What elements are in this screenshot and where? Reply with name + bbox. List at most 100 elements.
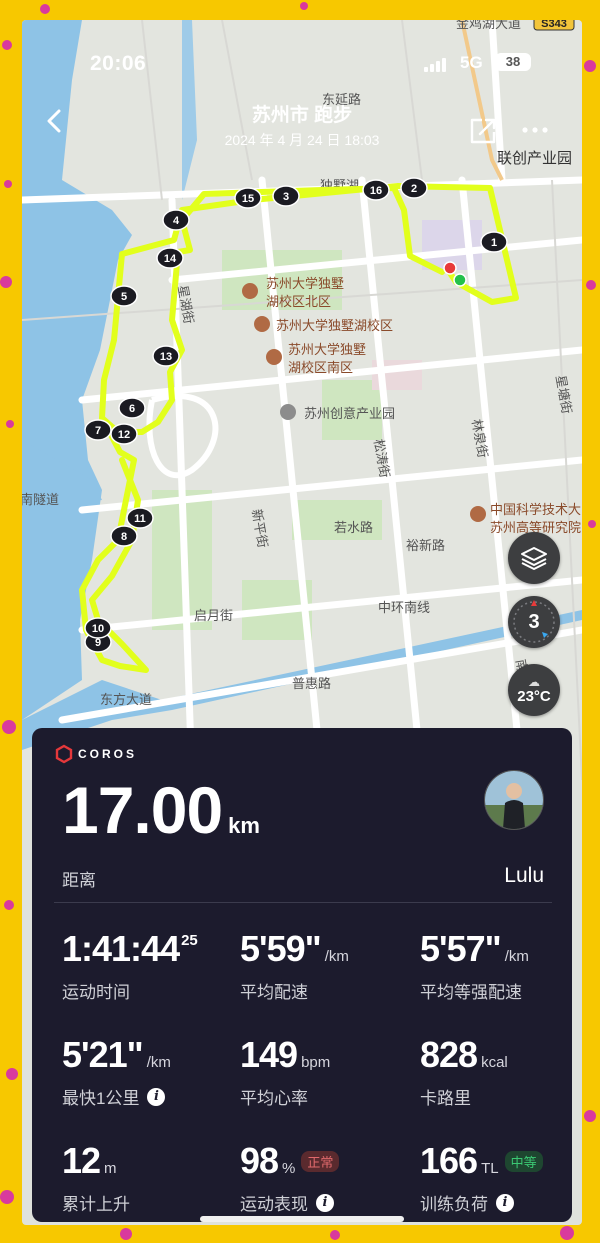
place-label: 苏州创意产业园 xyxy=(304,406,395,421)
km-marker-label: 11 xyxy=(134,513,146,525)
network-type: 5G xyxy=(460,53,483,72)
road-label: 普惠路 xyxy=(292,676,331,691)
road-label: 中环南线 xyxy=(378,600,430,615)
weather-icon: ☁ xyxy=(528,674,540,689)
place-label: 苏州大学独墅 xyxy=(266,276,344,291)
decor-dot xyxy=(584,1110,596,1122)
stat-label: 累计上升 xyxy=(62,1195,130,1214)
page-title: 苏州市 跑步 xyxy=(251,105,353,126)
status-badge: 中等 xyxy=(504,1150,543,1172)
km-marker-label: 7 xyxy=(95,425,101,437)
activity-date: 2024 年 4 月 24 日 18:03 xyxy=(224,132,380,148)
share-icon[interactable] xyxy=(468,116,498,146)
battery-icon: 38 xyxy=(495,53,531,71)
stat-label: 训练负荷 xyxy=(420,1195,488,1214)
stat-label: 平均等强配速 xyxy=(420,983,522,1002)
km-marker-label: 13 xyxy=(160,351,172,363)
header: 苏州市 跑步 2024 年 4 月 24 日 18:03 xyxy=(22,96,582,156)
stat-label: 运动表现 xyxy=(240,1195,308,1214)
home-indicator[interactable] xyxy=(200,1216,404,1222)
stat-duration: 1:41:44 25 运动时间 xyxy=(62,928,232,1003)
end-marker xyxy=(443,261,457,275)
brand-logo: COROS xyxy=(54,744,137,764)
stat-unit: % xyxy=(282,1160,296,1177)
temperature: 23°C xyxy=(517,687,551,705)
stats-card: COROS 17.00 km 距离 Lulu 1:41:44 25 运动时间 5'… xyxy=(32,728,572,1222)
stat-training-load: 166 TL 中等 训练负荷 i xyxy=(420,1140,582,1215)
stat-avg-pace: 5'59"/km 平均配速 xyxy=(240,928,410,1003)
stat-label: 卡路里 xyxy=(420,1089,471,1108)
weather-widget[interactable]: ☁ 23°C xyxy=(508,664,560,716)
info-icon[interactable]: i xyxy=(316,1193,334,1212)
compass-button[interactable]: 3 xyxy=(508,596,560,648)
km-marker-label: 3 xyxy=(283,191,289,203)
km-marker-label: 5 xyxy=(121,291,127,303)
stat-unit: bpm xyxy=(301,1054,331,1071)
layers-button[interactable] xyxy=(508,532,560,584)
more-icon[interactable] xyxy=(520,118,550,142)
status-badge: 正常 xyxy=(301,1150,340,1172)
distance-label: 距离 xyxy=(62,871,96,890)
km-marker: 14 xyxy=(156,247,184,269)
stat-grade-pace: 5'57"/km 平均等强配速 xyxy=(420,928,582,1003)
place-label: 中国科学技术大 xyxy=(490,502,581,517)
university-icon xyxy=(242,283,258,299)
km-marker-label: 8 xyxy=(121,531,127,543)
km-marker-label: 1 xyxy=(491,237,497,249)
stat-unit: TL xyxy=(481,1160,499,1177)
distance-unit: km xyxy=(228,813,260,838)
km-marker: 6 xyxy=(118,397,146,419)
km-marker: 5 xyxy=(110,285,138,307)
university-icon xyxy=(254,316,270,332)
user-photo xyxy=(485,771,543,829)
km-marker: 12 xyxy=(110,423,138,445)
phone-screen: 金鸡湖大道 东延路 联创产业园 独墅湖 苏州大学独墅 湖校区北区 苏州大学独墅湖… xyxy=(22,20,582,1225)
stat-label: 最快1公里 xyxy=(62,1089,140,1108)
stat-value: 5'57" xyxy=(420,928,502,969)
km-marker: 1 xyxy=(480,231,508,253)
info-icon[interactable]: i xyxy=(496,1193,514,1212)
stat-unit: /km xyxy=(146,1054,171,1071)
stat-value: 5'21" xyxy=(62,1034,144,1075)
decor-dot xyxy=(300,2,308,10)
stat-unit: kcal xyxy=(481,1054,508,1071)
km-marker: 8 xyxy=(110,525,138,547)
stat-fastest-km: 5'21"/km 最快1公里 i xyxy=(62,1034,232,1109)
road-badge: S343 xyxy=(541,20,567,30)
km-marker: 11 xyxy=(126,507,154,529)
decor-dot xyxy=(2,720,16,734)
decor-dot xyxy=(6,420,14,428)
distance-value: 17.00 km xyxy=(62,772,260,848)
decor-dot xyxy=(330,1230,340,1240)
place-label: 湖校区北区 xyxy=(266,294,331,309)
signal-icon xyxy=(424,58,452,72)
place-label: 苏州大学独墅 xyxy=(288,342,366,357)
km-marker-label: 10 xyxy=(92,623,104,635)
stat-value: 149 xyxy=(240,1034,298,1075)
stat-heart-rate: 149 bpm 平均心率 xyxy=(240,1034,410,1109)
stat-value: 5'59" xyxy=(240,928,322,969)
km-marker-label: 12 xyxy=(118,429,130,441)
clock: 20:06 xyxy=(90,52,147,75)
km-marker-label: 14 xyxy=(164,253,177,265)
km-marker: 7 xyxy=(84,419,112,441)
stat-value: 12 xyxy=(62,1140,101,1181)
stat-performance: 98% 正常 运动表现 i xyxy=(240,1140,410,1215)
km-marker-label: 9 xyxy=(95,637,101,649)
road-label: 裕新路 xyxy=(406,538,445,553)
km-marker-label: 2 xyxy=(411,183,417,195)
stat-label: 平均配速 xyxy=(240,983,308,1002)
start-marker xyxy=(453,273,467,287)
stat-label: 运动时间 xyxy=(62,983,130,1002)
road-label: 南隧道 xyxy=(22,492,59,507)
compass-value: 3 xyxy=(528,610,540,633)
decor-dot xyxy=(0,276,12,288)
stat-value: 166 xyxy=(420,1140,478,1181)
distance-number: 17.00 xyxy=(62,773,223,847)
university-icon xyxy=(470,506,486,522)
decor-dot xyxy=(586,280,596,290)
info-icon[interactable]: i xyxy=(147,1087,166,1106)
avatar[interactable] xyxy=(484,770,544,830)
km-marker: 10 xyxy=(84,617,112,639)
decor-dot xyxy=(4,900,14,910)
